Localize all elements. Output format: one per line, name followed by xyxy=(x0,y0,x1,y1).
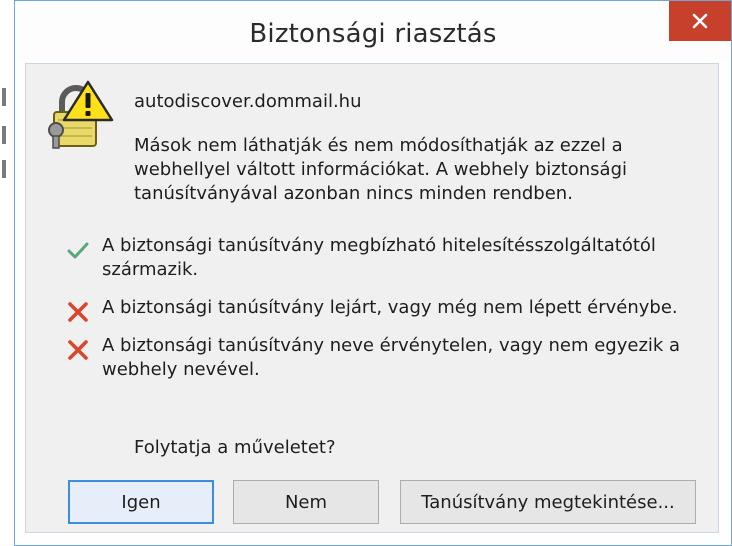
check-item-expired: A biztonsági tanúsítvány lejárt, vagy mé… xyxy=(64,296,698,322)
close-button[interactable] xyxy=(669,1,731,41)
check-item-label: A biztonsági tanúsítvány neve érvénytele… xyxy=(102,335,681,380)
continue-question: Folytatja a műveletet? xyxy=(134,437,336,458)
security-warning-lock-icon xyxy=(48,80,114,149)
security-alert-dialog: Biztonsági riasztás autodiscover.dommail… xyxy=(14,0,732,546)
background-glyph xyxy=(2,126,6,144)
close-icon xyxy=(692,13,708,29)
description-text: Mások nem láthatják és nem módosíthatják… xyxy=(134,135,628,204)
check-item-label: A biztonsági tanúsítvány lejárt, vagy mé… xyxy=(102,297,678,318)
background-glyph xyxy=(2,88,6,106)
x-icon xyxy=(68,302,88,322)
check-icon xyxy=(67,242,89,259)
certificate-checks-list: A biztonsági tanúsítvány megbízható hite… xyxy=(64,234,698,396)
background-glyph xyxy=(2,160,6,178)
view-certificate-button[interactable]: Tanúsítvány megtekintése... xyxy=(400,480,696,524)
x-icon xyxy=(68,340,88,360)
title-bar[interactable]: Biztonsági riasztás xyxy=(15,1,731,61)
no-button[interactable]: Nem xyxy=(233,480,379,524)
dialog-title: Biztonsági riasztás xyxy=(249,19,497,49)
check-item-name-mismatch: A biztonsági tanúsítvány neve érvénytele… xyxy=(64,334,698,382)
check-item-label: A biztonsági tanúsítvány megbízható hite… xyxy=(102,235,656,280)
yes-button[interactable]: Igen xyxy=(68,480,214,524)
background-window-edge xyxy=(0,0,14,546)
dialog-body: autodiscover.dommail.hu Mások nem láthat… xyxy=(25,63,719,533)
hostname-text: autodiscover.dommail.hu xyxy=(134,91,362,112)
check-item-trusted-authority: A biztonsági tanúsítvány megbízható hite… xyxy=(64,234,698,282)
